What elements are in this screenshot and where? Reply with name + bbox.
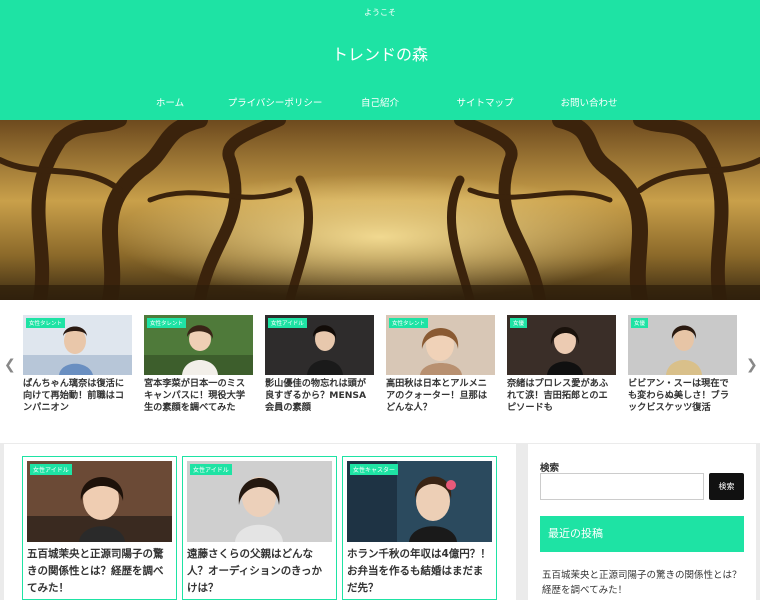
post-thumbnail: 女性アイドル xyxy=(27,461,172,542)
search-button[interactable]: 検索 xyxy=(709,473,744,500)
hero-forest-image xyxy=(0,120,760,300)
nav-item-contact[interactable]: お問い合わせ xyxy=(519,95,659,109)
carousel-card[interactable]: 女性アイドル 影山優佳の物忘れは頭が良すぎるから？MENSA会員の素顔 xyxy=(265,315,374,428)
card-thumbnail: 女優 xyxy=(507,315,616,375)
card-title: ぱんちゃん璃奈は復活に向けて再始動！前職はコンパニオン xyxy=(23,378,125,413)
card-title: 高田秋は日本とアルメニアのクォーター！旦那はどんな人？ xyxy=(386,378,488,413)
featured-carousel: ❮ ❯ 女性タレント ぱんちゃん璃奈は復活に向けて再始動！前職はコンパニオン 女… xyxy=(0,300,760,448)
category-badge: 女性タレント xyxy=(147,318,187,328)
post-title: 遠藤さくらの父親はどんな人？オーディションのきっかけは？ xyxy=(187,548,323,594)
post-thumbnail: 女性キャスター xyxy=(347,461,492,542)
card-thumbnail: 女性タレント xyxy=(386,315,495,375)
category-badge: 女性アイドル xyxy=(268,318,307,328)
category-badge: 女性アイドル xyxy=(190,464,232,475)
recent-posts-heading: 最近の投稿 xyxy=(540,516,744,552)
card-title: 奈緒はプロレス愛があふれて涙！吉田拓郎とのエピソードも xyxy=(507,378,609,413)
category-badge: 女性キャスター xyxy=(350,464,399,475)
card-thumbnail: 女性タレント xyxy=(23,315,132,375)
recent-post-link[interactable]: 五百城茉央と正源司陽子の驚きの関係性とは？経歴を調べてみた！ xyxy=(542,568,746,598)
site-title[interactable]: トレンドの森 xyxy=(0,41,760,65)
carousel-card[interactable]: 女性タレント 宮本李菜が日本一のミスキャンパスに！現役大学生の素顔を調べてみた xyxy=(144,315,253,428)
carousel-card[interactable]: 女優 ビビアン・スーは現在でも変わらぬ美しさ！ブラックビスケッツ復活 xyxy=(628,315,737,428)
carousel-card[interactable]: 女性タレント 高田秋は日本とアルメニアのクォーター！旦那はどんな人？ xyxy=(386,315,495,428)
card-thumbnail: 女性タレント xyxy=(144,315,253,375)
main-nav: ホーム プライバシーポリシー 自己紹介 サイトマップ お問い合わせ xyxy=(0,95,760,111)
post-title: ホラン千秋の年収は4億円？！お弁当を作るも結婚はまだまだ先？ xyxy=(347,548,491,594)
search-label: 検索 xyxy=(540,463,560,474)
category-badge: 女性タレント xyxy=(26,318,66,328)
card-thumbnail: 女優 xyxy=(628,315,737,375)
post-card[interactable]: 女性アイドル 遠藤さくらの父親はどんな人？オーディションのきっかけは？ xyxy=(182,456,337,600)
card-title: ビビアン・スーは現在でも変わらぬ美しさ！ブラックビスケッツ復活 xyxy=(628,378,730,413)
category-badge: 女優 xyxy=(510,318,528,328)
main-content: 女性アイドル 五百城茉央と正源司陽子の驚きの関係性とは？経歴を調べてみた！ 女性… xyxy=(4,444,516,600)
site-tagline: ようこそ xyxy=(364,8,396,17)
chevron-left-icon[interactable]: ❮ xyxy=(4,357,16,373)
post-thumbnail: 女性アイドル xyxy=(187,461,332,542)
carousel-card[interactable]: 女性タレント ぱんちゃん璃奈は復活に向けて再始動！前職はコンパニオン xyxy=(23,315,132,428)
post-card[interactable]: 女性アイドル 五百城茉央と正源司陽子の驚きの関係性とは？経歴を調べてみた！ xyxy=(22,456,177,600)
post-title: 五百城茉央と正源司陽子の驚きの関係性とは？経歴を調べてみた！ xyxy=(27,548,164,594)
chevron-right-icon[interactable]: ❯ xyxy=(746,357,758,373)
category-badge: 女優 xyxy=(631,318,649,328)
post-card[interactable]: 女性キャスター ホラン千秋の年収は4億円？！お弁当を作るも結婚はまだまだ先？ xyxy=(342,456,497,600)
category-badge: 女性アイドル xyxy=(30,464,72,475)
card-thumbnail: 女性アイドル xyxy=(265,315,374,375)
site-header: ようこそ トレンドの森 ホーム プライバシーポリシー 自己紹介 サイトマップ お… xyxy=(0,0,760,120)
sidebar: 検索 検索 最近の投稿 五百城茉央と正源司陽子の驚きの関係性とは？経歴を調べてみ… xyxy=(528,444,756,600)
card-title: 宮本李菜が日本一のミスキャンパスに！現役大学生の素顔を調べてみた xyxy=(144,378,246,413)
search-input[interactable] xyxy=(540,473,704,500)
card-title: 影山優佳の物忘れは頭が良すぎるから？MENSA会員の素顔 xyxy=(265,378,367,413)
carousel-card[interactable]: 女優 奈緒はプロレス愛があふれて涙！吉田拓郎とのエピソードも xyxy=(507,315,616,428)
category-badge: 女性タレント xyxy=(389,318,429,328)
